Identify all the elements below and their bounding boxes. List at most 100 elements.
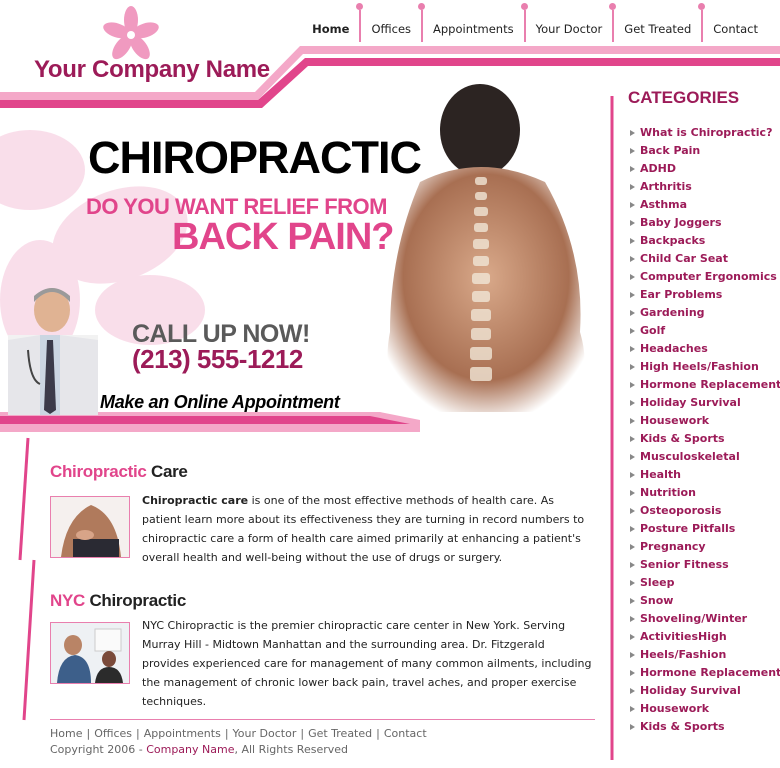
back-pain-thumbnail: [50, 496, 130, 558]
arrow-bullet-icon: [630, 652, 635, 658]
arrow-bullet-icon: [630, 382, 635, 388]
category-item[interactable]: ActivitiesHigh: [630, 628, 780, 646]
category-item[interactable]: Sleep: [630, 574, 780, 592]
category-item[interactable]: High Heels/Fashion: [630, 358, 780, 376]
arrow-bullet-icon: [630, 562, 635, 568]
arrow-bullet-icon: [630, 670, 635, 676]
arrow-bullet-icon: [630, 526, 635, 532]
category-item[interactable]: Snow: [630, 592, 780, 610]
nav-get-treated[interactable]: Get Treated: [609, 3, 701, 42]
arrow-bullet-icon: [630, 292, 635, 298]
category-item[interactable]: Health: [630, 466, 780, 484]
top-nav: Home Offices Appointments Your Doctor Ge…: [302, 3, 768, 42]
category-item[interactable]: What is Chiropractic?: [630, 124, 780, 142]
category-label: Gardening: [640, 306, 705, 319]
category-item[interactable]: Pregnancy: [630, 538, 780, 556]
category-item[interactable]: Housework: [630, 700, 780, 718]
footer-link-your-doctor[interactable]: Your Doctor: [233, 727, 297, 740]
arrow-bullet-icon: [630, 328, 635, 334]
category-label: Holiday Survival: [640, 396, 741, 409]
nav-home[interactable]: Home: [302, 20, 359, 42]
category-item[interactable]: Posture Pitfalls: [630, 520, 780, 538]
category-item[interactable]: Holiday Survival: [630, 682, 780, 700]
category-label: ADHD: [640, 162, 676, 175]
arrow-bullet-icon: [630, 490, 635, 496]
category-item[interactable]: Heels/Fashion: [630, 646, 780, 664]
category-label: Osteoporosis: [640, 504, 722, 517]
category-item[interactable]: Golf: [630, 322, 780, 340]
footer-nav: Home | Offices | Appointments | Your Doctor | Ge…: [50, 727, 427, 740]
phone-number: (213) 555-1212: [132, 344, 303, 374]
category-item[interactable]: Hormone Replacement: [630, 376, 780, 394]
category-item[interactable]: Headaches: [630, 340, 780, 358]
arrow-bullet-icon: [630, 508, 635, 514]
category-item[interactable]: Osteoporosis: [630, 502, 780, 520]
footer-link-home[interactable]: Home: [50, 727, 82, 740]
category-label: Hormone Replacement: [640, 666, 780, 679]
category-label: Kids & Sports: [640, 432, 725, 445]
arrow-bullet-icon: [630, 436, 635, 442]
category-label: Shoveling/Winter: [640, 612, 748, 625]
category-item[interactable]: Backpacks: [630, 232, 780, 250]
category-label: Ear Problems: [640, 288, 723, 301]
category-label: Snow: [640, 594, 674, 607]
category-item[interactable]: Hormone Replacement: [630, 664, 780, 682]
arrow-bullet-icon: [630, 706, 635, 712]
category-label: Hormone Replacement: [640, 378, 780, 391]
category-label: Arthritis: [640, 180, 692, 193]
category-label: Pregnancy: [640, 540, 706, 553]
arrow-bullet-icon: [630, 364, 635, 370]
consultation-thumbnail: [50, 622, 130, 684]
footer-company-link[interactable]: Company Name: [146, 743, 234, 756]
section-title-chiropractic-care: Chiropractic Care: [50, 462, 188, 481]
category-item[interactable]: Arthritis: [630, 178, 780, 196]
category-item[interactable]: Computer Ergonomics: [630, 268, 780, 286]
nav-your-doctor[interactable]: Your Doctor: [520, 3, 613, 42]
category-label: High Heels/Fashion: [640, 360, 759, 373]
arrow-bullet-icon: [630, 310, 635, 316]
category-label: Musculoskeletal: [640, 450, 740, 463]
category-item[interactable]: Shoveling/Winter: [630, 610, 780, 628]
copyright: Copyright 2006 - Company Name, All Right…: [50, 743, 349, 756]
arrow-bullet-icon: [630, 634, 635, 640]
category-item[interactable]: Kids & Sports: [630, 718, 780, 736]
category-label: Kids & Sports: [640, 720, 725, 733]
category-item[interactable]: Ear Problems: [630, 286, 780, 304]
nav-offices[interactable]: Offices: [356, 3, 421, 42]
category-label: Baby Joggers: [640, 216, 722, 229]
company-name[interactable]: Your Company Name: [34, 56, 270, 84]
footer-link-get-treated[interactable]: Get Treated: [308, 727, 372, 740]
categories-heading: CATEGORIES: [628, 88, 740, 107]
category-item[interactable]: Kids & Sports: [630, 430, 780, 448]
nav-contact[interactable]: Contact: [698, 3, 768, 42]
category-item[interactable]: Child Car Seat: [630, 250, 780, 268]
arrow-bullet-icon: [630, 238, 635, 244]
online-appointment-link[interactable]: Make an Online Appointment: [100, 392, 340, 413]
category-item[interactable]: Holiday Survival: [630, 394, 780, 412]
arrow-bullet-icon: [630, 688, 635, 694]
category-label: Housework: [640, 702, 710, 715]
arrow-bullet-icon: [630, 724, 635, 730]
footer-link-contact[interactable]: Contact: [384, 727, 427, 740]
category-item[interactable]: Baby Joggers: [630, 214, 780, 232]
category-label: Heels/Fashion: [640, 648, 727, 661]
category-item[interactable]: Gardening: [630, 304, 780, 322]
section-body-nyc-chiropractic: NYC Chiropractic is the premier chiropra…: [142, 619, 592, 708]
category-item[interactable]: Nutrition: [630, 484, 780, 502]
nav-appointments[interactable]: Appointments: [418, 3, 524, 42]
category-item[interactable]: Housework: [630, 412, 780, 430]
arrow-bullet-icon: [630, 418, 635, 424]
category-item[interactable]: Back Pain: [630, 142, 780, 160]
arrow-bullet-icon: [630, 130, 635, 136]
footer-link-appointments[interactable]: Appointments: [144, 727, 221, 740]
category-item[interactable]: Senior Fitness: [630, 556, 780, 574]
arrow-bullet-icon: [630, 148, 635, 154]
category-label: Computer Ergonomics: [640, 270, 777, 283]
category-item[interactable]: ADHD: [630, 160, 780, 178]
arrow-bullet-icon: [630, 166, 635, 172]
category-item[interactable]: Musculoskeletal: [630, 448, 780, 466]
category-label: Posture Pitfalls: [640, 522, 736, 535]
footer-link-offices[interactable]: Offices: [94, 727, 132, 740]
category-item[interactable]: Asthma: [630, 196, 780, 214]
category-label: Back Pain: [640, 144, 701, 157]
